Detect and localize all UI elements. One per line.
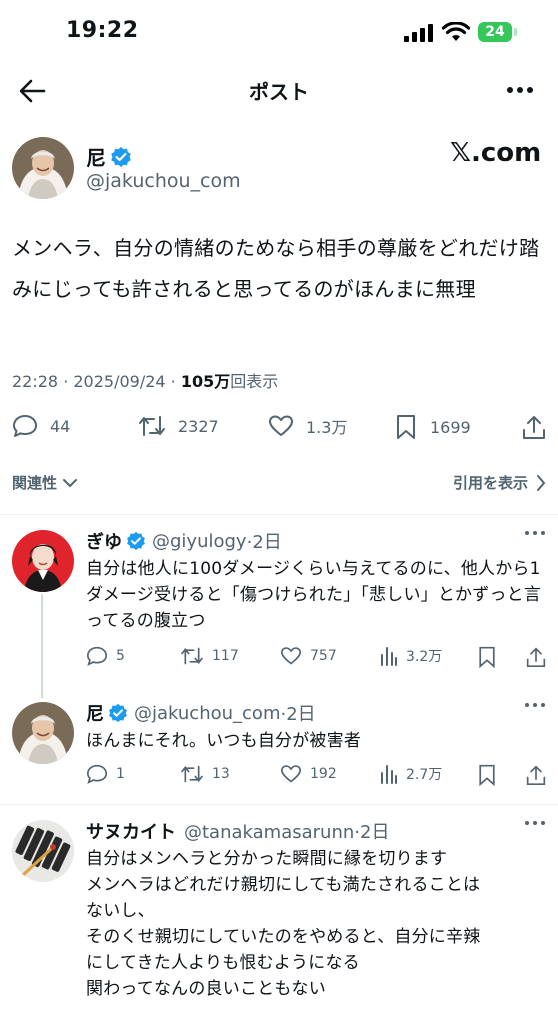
post-meta: 22:28 · 2025/09/24 · 105万回表示 [12,368,278,392]
chevron-right-icon [536,474,546,491]
share-icon[interactable] [522,414,546,440]
views-count: 105万 [180,372,231,391]
verified-badge-icon [110,146,132,168]
sort-dropdown[interactable]: 関連性 [12,472,78,493]
author-name: 尼 [86,146,106,170]
reply-time: ·2日 [280,704,316,725]
view-quotes-label: 引用を表示 [452,474,528,492]
reply-icon [86,646,108,666]
reply-text-line: 自分はメンヘラと分かった瞬間に縁を切ります [86,849,448,869]
reply-header: ぎゆ @giyulogy ·2日 [86,528,282,554]
repost-count: 13 [212,766,230,782]
views-count: 2.7万 [406,767,443,783]
reply-repost-button[interactable]: 117 [180,646,239,666]
like-count: 192 [310,766,337,782]
reply-more-icon[interactable] [524,530,546,536]
reply-handle-time: @tanakamasarunn·2日 [184,818,389,844]
reply-header: 尼 @jakuchou_com ·2日 [86,700,316,726]
reply-text-line: 関わってなんの良いこともない [86,979,326,999]
chevron-down-icon [63,478,78,488]
reply-button[interactable]: 44 [12,414,70,438]
view-quotes-link[interactable]: 引用を表示 [453,472,546,493]
reply-avatar[interactable] [12,530,74,592]
reply-author-name[interactable]: ぎゆ [86,528,122,554]
reply-author-handle[interactable]: @jakuchou_com [134,703,280,724]
reply-author-handle[interactable]: @tanakamasarunn [184,822,354,843]
reply-text-line: メンヘラはどれだけ親切にしても満たされることは [86,875,481,895]
reply-more-icon[interactable] [524,820,546,826]
divider [0,514,558,515]
sort-label: 関連性 [12,474,58,492]
reply-text: 自分は他人に100ダメージくらい与えてるのに、他人から1ダメージ受けると「傷つけ… [86,559,542,631]
reply-text: ほんまにそれ。いつも自分が被害者 [86,731,362,751]
reply-count: 5 [116,648,125,664]
author-name-row[interactable]: 尼 [86,142,132,171]
repost-button[interactable]: 2327 [138,414,219,438]
views-label: 回表示 [230,372,279,391]
reply-author-name[interactable]: 尼 [86,700,104,726]
views-chart-icon [380,646,398,666]
reply-like-button[interactable]: 757 [280,646,337,666]
bookmark-icon[interactable] [478,646,496,668]
reply-like-button[interactable]: 192 [280,764,337,784]
like-count: 1.3万 [306,418,348,437]
reply-repost-button[interactable]: 13 [180,764,230,784]
status-time: 19:22 [66,18,139,43]
repost-icon [180,646,204,666]
heart-icon [268,414,294,438]
thread-connector-line [41,594,43,698]
repost-icon [180,764,204,784]
reply-count: 1 [116,766,125,782]
reply-reply-button[interactable]: 5 [86,646,125,666]
battery-cap [514,28,517,36]
wifi-icon [442,22,470,42]
like-button[interactable]: 1.3万 [268,414,347,438]
post-timestamp[interactable]: 22:28 · 2025/09/24 · [12,372,181,391]
views-chart-icon [380,764,398,784]
verified-badge-icon [126,531,146,551]
reply-header: サヌカイト @tanakamasarunn·2日 [86,818,389,844]
like-count: 757 [310,648,337,664]
more-options-icon[interactable] [506,86,534,94]
views-count: 3.2万 [406,649,443,665]
bookmark-count: 1699 [430,417,471,437]
verified-badge-icon [108,703,128,723]
reply-text-line: ないし、 [86,901,155,921]
reply-author-name[interactable]: サヌカイト [86,818,176,844]
cellular-signal-icon [404,24,434,42]
reply-views-button[interactable]: 3.2万 [380,646,442,666]
brand-watermark: 𝕏.com [450,138,542,168]
bookmark-icon[interactable] [478,764,496,786]
reply-avatar[interactable] [12,820,74,882]
reply-text-line: にしてきた人よりも恨むようになる [86,953,360,973]
reply-time: ·2日 [354,822,390,843]
bookmark-button[interactable]: 1699 [396,414,471,440]
heart-icon [280,646,302,666]
reply-icon [86,764,108,784]
battery-indicator: 24 [478,22,512,42]
repost-icon [138,414,166,438]
share-icon[interactable] [526,646,546,668]
reply-views-button[interactable]: 2.7万 [380,764,442,784]
reply-reply-button[interactable]: 1 [86,764,125,784]
reply-icon [12,414,38,438]
heart-icon [280,764,302,784]
divider [0,804,558,805]
page-title: ポスト [249,80,309,104]
reply-text-line: そのくせ親切にしていたのをやめると、自分に辛辣 [86,927,481,947]
author-avatar[interactable] [12,137,74,199]
repost-count: 117 [212,648,239,664]
reply-count: 44 [50,416,71,436]
reply-author-handle[interactable]: @giyulogy [152,531,247,552]
reply-more-icon[interactable] [524,702,546,708]
reply-time: ·2日 [246,532,282,553]
post-text: メンヘラ、自分の情緒のためなら相手の尊厳をどれだけ踏みにじっても許されると思って… [12,236,540,301]
author-handle[interactable]: @jakuchou_com [86,170,241,192]
reply-avatar[interactable] [12,702,74,764]
share-icon[interactable] [526,764,546,786]
bookmark-icon [396,414,416,440]
reply-text: 自分はメンヘラと分かった瞬間に縁を切ります メンヘラはどれだけ親切にしても満たさ… [86,846,552,1002]
repost-count: 2327 [178,416,219,436]
